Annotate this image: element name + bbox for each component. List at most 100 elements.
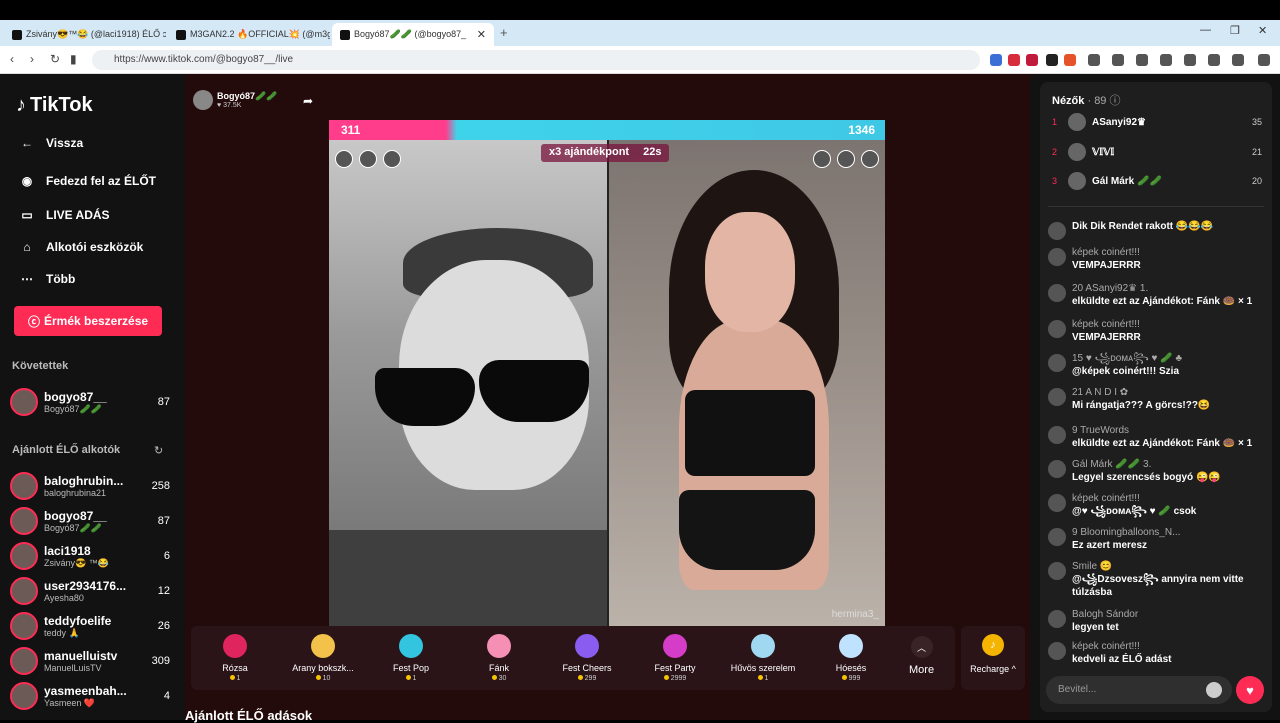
share-icon[interactable]: ➦ bbox=[303, 94, 313, 108]
nav-label: Több bbox=[46, 272, 76, 286]
supporter-avatar[interactable] bbox=[335, 150, 353, 168]
sidebar-icon[interactable] bbox=[1160, 54, 1172, 66]
host-info[interactable]: Bogyó87🥒🥒 ♥ 37.5K bbox=[193, 90, 277, 110]
close-window-icon[interactable]: ✕ bbox=[1258, 24, 1267, 37]
restore-icon[interactable]: ❐ bbox=[1230, 24, 1240, 37]
supporter-avatar[interactable] bbox=[383, 150, 401, 168]
account-name: baloghrubin... bbox=[44, 474, 124, 488]
nav-label: LIVE ADÁS bbox=[46, 208, 110, 222]
extension-icon[interactable] bbox=[1064, 54, 1076, 66]
gift-item[interactable]: Hűvös szerelem 1 bbox=[723, 634, 803, 682]
info-icon[interactable]: ⓘ bbox=[1110, 95, 1121, 107]
like-heart-button[interactable]: ♥ bbox=[1236, 676, 1264, 704]
recommended-account[interactable]: user2934176... Ayesha80 12 bbox=[10, 575, 170, 607]
avatar bbox=[1068, 113, 1086, 131]
avatar bbox=[10, 682, 38, 710]
coin-icon bbox=[491, 675, 497, 680]
nav-label: Vissza bbox=[46, 136, 84, 150]
extension-icon[interactable] bbox=[1026, 54, 1038, 66]
gift-item[interactable]: Fest Party 2999 bbox=[635, 634, 715, 682]
browser-tab-strip: Zsivány😎™😂 (@laci1918) ÉLŐ ɔ M3GAN2.2 🔥O… bbox=[0, 20, 1280, 46]
viewers-header[interactable]: Nézők · 89 ⓘ bbox=[1052, 92, 1121, 108]
supporter-avatar[interactable] bbox=[861, 150, 879, 168]
gift-item[interactable]: Arany bokszk... 10 bbox=[283, 634, 363, 682]
multiplier-text: x3 ajándékpont bbox=[549, 146, 630, 158]
reload-icon[interactable]: ↻ bbox=[50, 52, 60, 66]
refresh-icon[interactable]: ↻ bbox=[154, 444, 163, 457]
recommended-account[interactable]: teddyfoelife teddy 🙏 26 bbox=[10, 610, 170, 642]
browser-tab-3-active[interactable]: Bogyó87🥒🥒 (@bogyo87_ ✕ bbox=[332, 23, 494, 46]
forward-icon[interactable]: › bbox=[30, 52, 34, 66]
nav-label: Fedezd fel az ÉLŐT bbox=[46, 174, 157, 188]
nav-back[interactable]: ← Vissza bbox=[18, 134, 83, 152]
extension-icon[interactable] bbox=[1046, 54, 1058, 66]
score-left: 311 bbox=[341, 123, 361, 137]
more-gifts-button[interactable]: ︿ More bbox=[909, 636, 934, 676]
gift-name: Fest Cheers bbox=[562, 663, 612, 673]
minimize-icon[interactable]: — bbox=[1200, 24, 1211, 36]
translate-extension-icon[interactable] bbox=[990, 54, 1002, 66]
supporter-avatar[interactable] bbox=[813, 150, 831, 168]
browser-tab-2[interactable]: M3GAN2.2 🔥OFFICIAL💥 (@m3g bbox=[168, 23, 330, 46]
shield-icon[interactable] bbox=[1232, 54, 1244, 66]
chat-message: 9 TrueWords elküldte ezt az Ajándékot: Fá… bbox=[1048, 424, 1268, 450]
chat-message: 9 Bloomingballoons_N... Ez azert meresz bbox=[1048, 526, 1268, 552]
browser-tab-1[interactable]: Zsivány😎™😂 (@laci1918) ÉLŐ ɔ bbox=[4, 23, 166, 46]
chat-message: képek coinért!!! VEMPAJERRR bbox=[1048, 318, 1268, 344]
nav-more[interactable]: ⋯ Több bbox=[18, 270, 75, 288]
coin-icon bbox=[757, 675, 763, 680]
new-tab-button[interactable]: + bbox=[500, 25, 508, 40]
chat-user: 15 ♥ ꧁ᴅᴏᴍᴀ꧂ ♥ 🥒 ♣ bbox=[1072, 353, 1183, 364]
recommended-account[interactable]: baloghrubin... baloghrubina21 258 bbox=[10, 470, 170, 502]
emoji-icon[interactable] bbox=[1206, 682, 1222, 698]
top-viewer-row[interactable]: 1 ASanyi92♛ 35 bbox=[1052, 112, 1262, 132]
avatar bbox=[1048, 494, 1066, 512]
recommended-account[interactable]: manuelluistv ManuelLuisTV 309 bbox=[10, 645, 170, 677]
recommended-account[interactable]: laci1918 Zsivány😎 ™😂 6 bbox=[10, 540, 170, 572]
music-icon[interactable] bbox=[1136, 54, 1148, 66]
top-viewer-row[interactable]: 2 𝕍𝕀𝕍𝕀 21 bbox=[1052, 142, 1262, 162]
close-tab-icon[interactable]: ✕ bbox=[477, 28, 486, 41]
viewer-name: ASanyi92♛ bbox=[1092, 116, 1146, 128]
gift-item[interactable]: Fest Pop 1 bbox=[371, 634, 451, 682]
timer-text: 22s bbox=[643, 146, 662, 158]
download-icon[interactable] bbox=[1112, 54, 1124, 66]
supporter-avatar[interactable] bbox=[359, 150, 377, 168]
recommended-account[interactable]: yasmeenbah... Yasmeen ❤️ 4 bbox=[10, 680, 170, 712]
chat-input[interactable]: Bevitel... bbox=[1046, 676, 1232, 704]
back-icon[interactable]: ‹ bbox=[10, 52, 14, 66]
gift-name: Rózsa bbox=[222, 663, 248, 673]
avatar bbox=[1048, 320, 1066, 338]
get-coins-button[interactable]: ⓒ Érmék beszerzése bbox=[14, 306, 162, 336]
coins-label: Érmék beszerzése bbox=[43, 314, 149, 328]
top-viewer-row[interactable]: 3 Gál Márk 🥒🥒 20 bbox=[1052, 171, 1262, 191]
bookmark-icon[interactable]: ▮ bbox=[70, 52, 77, 66]
menu-dots-icon[interactable] bbox=[1258, 54, 1270, 66]
recommended-account[interactable]: bogyo87__ Bogyó87🥒🥒 87 bbox=[10, 505, 170, 537]
coin-icon bbox=[405, 675, 411, 680]
coin-icon bbox=[663, 675, 669, 680]
nav-explore-live[interactable]: ◉ Fedezd fel az ÉLŐT bbox=[18, 172, 156, 190]
gift-item[interactable]: Fánk 30 bbox=[459, 634, 539, 682]
recharge-button[interactable]: ♪ Recharge ^ bbox=[961, 626, 1025, 690]
extension-icon[interactable] bbox=[1008, 54, 1020, 66]
live-video[interactable]: 311 1346 hermina3_ x3 ajándékpont 22s bbox=[329, 120, 885, 626]
more-dots-icon: ⋯ bbox=[21, 272, 33, 286]
supporter-avatar[interactable] bbox=[837, 150, 855, 168]
tab-title: Zsivány😎™😂 (@laci1918) ÉLŐ ɔ bbox=[26, 29, 166, 39]
avatar bbox=[1048, 388, 1066, 406]
tiktok-favicon-icon bbox=[176, 29, 186, 40]
puzzle-icon[interactable] bbox=[1088, 54, 1100, 66]
tiktok-logo[interactable]: ♪ TikTok bbox=[16, 94, 93, 117]
screenshot-icon[interactable] bbox=[1208, 54, 1220, 66]
following-account[interactable]: bogyo87__ Bogyó87🥒🥒 87 bbox=[10, 386, 170, 418]
nav-creator-tools[interactable]: ⌂ Alkotói eszközök bbox=[18, 238, 143, 256]
wallet-icon[interactable] bbox=[1184, 54, 1196, 66]
fest-pop-icon bbox=[399, 634, 423, 658]
gift-item[interactable]: Hóesés 999 bbox=[811, 634, 891, 682]
nav-live[interactable]: ▭ LIVE ADÁS bbox=[18, 206, 110, 224]
avatar bbox=[10, 472, 38, 500]
gift-item[interactable]: Rózsa 1 bbox=[195, 634, 275, 682]
url-field[interactable]: https://www.tiktok.com/@bogyo87__/live bbox=[92, 50, 980, 70]
gift-item[interactable]: Fest Cheers 299 bbox=[547, 634, 627, 682]
